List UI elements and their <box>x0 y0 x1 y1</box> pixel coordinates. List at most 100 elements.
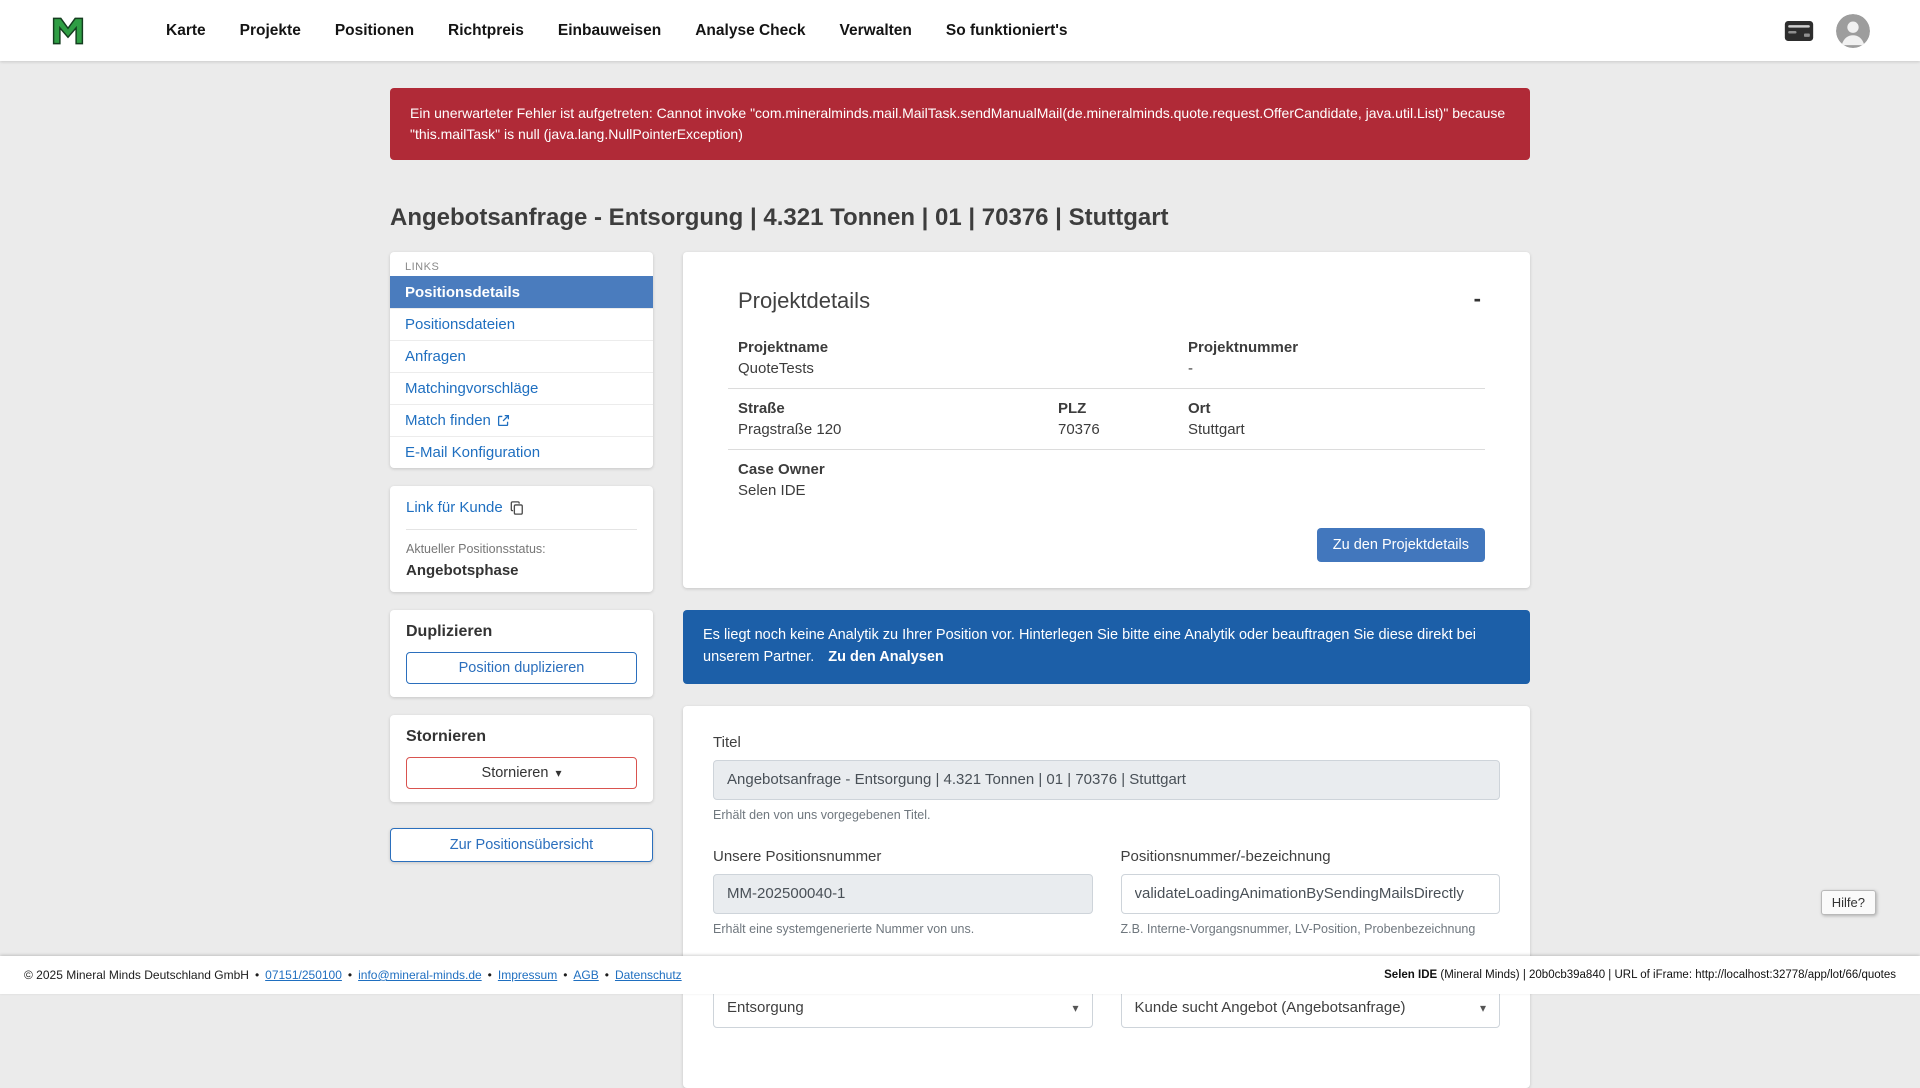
impressum-link[interactable]: Impressum <box>498 968 557 982</box>
duplicate-card: Duplizieren Position duplizieren <box>390 610 653 697</box>
footer-left: © 2025 Mineral Minds Deutschland GmbH • … <box>24 968 682 982</box>
sidebar-item-email-konfiguration[interactable]: E-Mail Konfiguration <box>390 436 653 468</box>
agb-link[interactable]: AGB <box>573 968 598 982</box>
nav-projekte[interactable]: Projekte <box>240 22 301 40</box>
copyright-text: © 2025 Mineral Minds Deutschland GmbH <box>24 968 249 982</box>
positionsnummer-label: Unsere Positionsnummer <box>713 848 1093 865</box>
footer: © 2025 Mineral Minds Deutschland GmbH • … <box>0 956 1920 994</box>
cancel-button-label: Stornieren <box>482 765 549 781</box>
copy-icon <box>510 501 524 515</box>
projektname-label: Projektname <box>738 339 1188 356</box>
session-user: Selen IDE <box>1384 969 1437 981</box>
cancel-card: Stornieren Stornieren ▾ <box>390 715 653 802</box>
project-row: Straße Pragstraße 120 PLZ 70376 Ort Stut… <box>728 389 1485 450</box>
projektname-value: QuoteTests <box>738 360 1188 377</box>
custom-nummer-label: Positionsnummer/-bezeichnung <box>1121 848 1501 865</box>
custom-nummer-input[interactable] <box>1121 874 1501 914</box>
case-owner-label: Case Owner <box>738 461 1188 478</box>
position-form-card: Titel Erhält den von uns vorgegebenen Ti… <box>683 706 1530 1088</box>
plz-value: 70376 <box>1058 421 1188 438</box>
strasse-value: Pragstraße 120 <box>738 421 1058 438</box>
sidebar-item-match-finden[interactable]: Match finden <box>390 404 653 436</box>
overview-button[interactable]: Zur Positionsübersicht <box>390 828 653 862</box>
nav-analyse-check[interactable]: Analyse Check <box>695 22 805 40</box>
ort-label: Ort <box>1188 400 1485 417</box>
project-details-title: Projektdetails <box>738 288 870 314</box>
external-link-icon <box>497 414 510 427</box>
navbar-right <box>1784 14 1870 48</box>
top-navbar: Karte Projekte Positionen Richtpreis Ein… <box>0 0 1920 61</box>
caret-down-icon: ▾ <box>1480 1001 1486 1015</box>
sidebar-item-positionsdetails[interactable]: Positionsdetails <box>390 276 653 308</box>
sidebar-item-label: Match finden <box>405 412 491 429</box>
cancel-header: Stornieren <box>406 728 637 746</box>
duplicate-button[interactable]: Position duplizieren <box>406 652 637 684</box>
logo-m-icon <box>50 13 86 49</box>
sidebar-item-label: Matchingvorschläge <box>405 380 538 397</box>
phone-link[interactable]: 07151/250100 <box>265 968 342 982</box>
titel-help: Erhält den von uns vorgegebenen Titel. <box>713 808 1500 822</box>
footer-separator: • <box>605 968 609 982</box>
error-banner: Ein unerwarteter Fehler ist aufgetreten:… <box>390 88 1530 160</box>
analytics-link[interactable]: Zu den Analysen <box>828 649 943 665</box>
status-label: Aktueller Positionsstatus: <box>406 542 637 556</box>
caret-down-icon: ▾ <box>555 766 561 780</box>
sidebar-links-card: LINKS Positionsdetails Positionsdateien … <box>390 252 653 468</box>
caret-down-icon: ▾ <box>1072 1001 1078 1015</box>
sidebar: LINKS Positionsdetails Positionsdateien … <box>390 252 653 862</box>
duplicate-header: Duplizieren <box>406 623 637 641</box>
email-link[interactable]: info@mineral-minds.de <box>358 968 482 982</box>
berechnungsart-select-value: Kunde sucht Angebot (Angebotsanfrage) <box>1135 999 1406 1016</box>
help-button[interactable]: Hilfe? <box>1821 890 1876 915</box>
footer-separator: • <box>348 968 352 982</box>
project-details-card: Projektdetails - Projektname QuoteTests … <box>683 252 1530 588</box>
positionsnummer-input <box>713 874 1093 914</box>
sidebar-item-label: Positionsdateien <box>405 316 515 333</box>
titel-label: Titel <box>713 734 1500 751</box>
card-icon[interactable] <box>1784 20 1814 42</box>
positionsnummer-help: Erhält eine systemgenerierte Nummer von … <box>713 922 1093 936</box>
session-info: Selen IDE (Mineral Minds) | 20b0cb39a840… <box>1384 969 1896 981</box>
project-row: Projektname QuoteTests Projektnummer - <box>728 328 1485 389</box>
plz-label: PLZ <box>1058 400 1188 417</box>
sidebar-item-matchingvorschlaege[interactable]: Matchingvorschläge <box>390 372 653 404</box>
session-details: (Mineral Minds) | 20b0cb39a840 | URL of … <box>1437 969 1896 981</box>
sidebar-item-anfragen[interactable]: Anfragen <box>390 340 653 372</box>
main-nav: Karte Projekte Positionen Richtpreis Ein… <box>166 22 1068 40</box>
cancel-button[interactable]: Stornieren ▾ <box>406 757 637 789</box>
ort-value: Stuttgart <box>1188 421 1485 438</box>
sidebar-item-label: Anfragen <box>405 348 466 365</box>
customer-link-label: Link für Kunde <box>406 499 503 516</box>
user-avatar[interactable] <box>1836 14 1870 48</box>
projektnummer-label: Projektnummer <box>1188 339 1485 356</box>
nav-einbauweisen[interactable]: Einbauweisen <box>558 22 661 40</box>
person-icon <box>1836 14 1870 48</box>
strasse-label: Straße <box>738 400 1058 417</box>
collapse-button[interactable]: - <box>1470 288 1485 310</box>
footer-separator: • <box>563 968 567 982</box>
sidebar-item-label: E-Mail Konfiguration <box>405 444 540 461</box>
divider <box>406 529 637 530</box>
project-details-button[interactable]: Zu den Projektdetails <box>1317 528 1485 562</box>
nav-karte[interactable]: Karte <box>166 22 206 40</box>
nav-so-funktionierts[interactable]: So funktioniert's <box>946 22 1068 40</box>
project-row: Case Owner Selen IDE <box>728 450 1485 510</box>
sidebar-item-positionsdateien[interactable]: Positionsdateien <box>390 308 653 340</box>
nav-positionen[interactable]: Positionen <box>335 22 414 40</box>
nav-verwalten[interactable]: Verwalten <box>840 22 912 40</box>
page-body: Ein unerwarteter Fehler ist aufgetreten:… <box>0 61 1920 1088</box>
projektnummer-value: - <box>1188 360 1485 377</box>
footer-separator: • <box>488 968 492 982</box>
links-header: LINKS <box>390 252 653 276</box>
brand-logo[interactable] <box>50 13 86 49</box>
datenschutz-link[interactable]: Datenschutz <box>615 968 682 982</box>
page-title: Angebotsanfrage - Entsorgung | 4.321 Ton… <box>390 204 1530 232</box>
footer-separator: • <box>255 968 259 982</box>
typ-select-value: Entsorgung <box>727 999 804 1016</box>
customer-link[interactable]: Link für Kunde <box>406 499 524 516</box>
status-value: Angebotsphase <box>406 562 637 579</box>
custom-nummer-help: Z.B. Interne-Vorgangsnummer, LV-Position… <box>1121 922 1501 936</box>
case-owner-value: Selen IDE <box>738 482 1188 499</box>
nav-richtpreis[interactable]: Richtpreis <box>448 22 524 40</box>
analytics-banner: Es liegt noch keine Analytik zu Ihrer Po… <box>683 610 1530 684</box>
